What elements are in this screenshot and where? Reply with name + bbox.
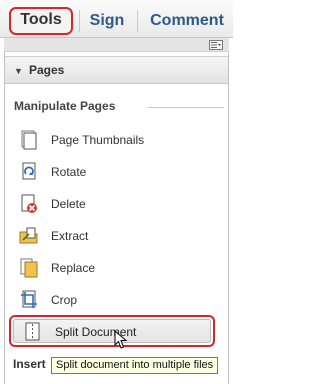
split-document-icon (23, 322, 43, 342)
tab-tools[interactable]: Tools (9, 7, 73, 35)
replace-icon (19, 258, 39, 278)
pages-header-label: Pages (29, 63, 65, 77)
delete-page-icon (19, 194, 39, 214)
item-label: Delete (51, 197, 86, 211)
manipulate-pages-title: Manipulate Pages (14, 99, 116, 113)
tab-separator (137, 10, 138, 32)
tab-comment[interactable]: Comment (147, 8, 227, 34)
extract-item[interactable]: Extract (19, 224, 209, 248)
item-label: Replace (51, 261, 96, 275)
replace-item[interactable]: Replace (19, 256, 209, 280)
crop-item[interactable]: Crop (19, 288, 209, 312)
pages-section-header[interactable]: ▼ Pages (5, 56, 228, 84)
rotate-item[interactable]: Rotate (19, 160, 209, 184)
collapse-arrow-icon: ▼ (14, 66, 23, 76)
insert-section-label[interactable]: Insert (13, 357, 46, 371)
mouse-cursor-icon (114, 330, 128, 349)
crop-icon (19, 290, 39, 310)
delete-item[interactable]: Delete (19, 192, 209, 216)
rotate-icon (19, 162, 39, 182)
item-label: Page Thumbnails (51, 133, 145, 147)
panel-options-icon[interactable] (209, 40, 223, 50)
tools-pane-tabbar: Tools Sign Comment (0, 0, 233, 38)
tab-separator (79, 10, 80, 32)
split-document-item[interactable]: Split Document (9, 315, 215, 347)
panel-options-bar (4, 38, 229, 52)
item-label: Rotate (51, 165, 87, 179)
tooltip: Split document into multiple files (51, 357, 219, 374)
extract-icon (19, 226, 39, 246)
page-thumbnails-item[interactable]: Page Thumbnails (19, 128, 209, 152)
item-label: Crop (51, 293, 78, 307)
item-label: Extract (51, 229, 89, 243)
tab-sign[interactable]: Sign (86, 8, 128, 34)
section-divider (148, 107, 224, 108)
page-thumbnails-icon (19, 130, 39, 150)
